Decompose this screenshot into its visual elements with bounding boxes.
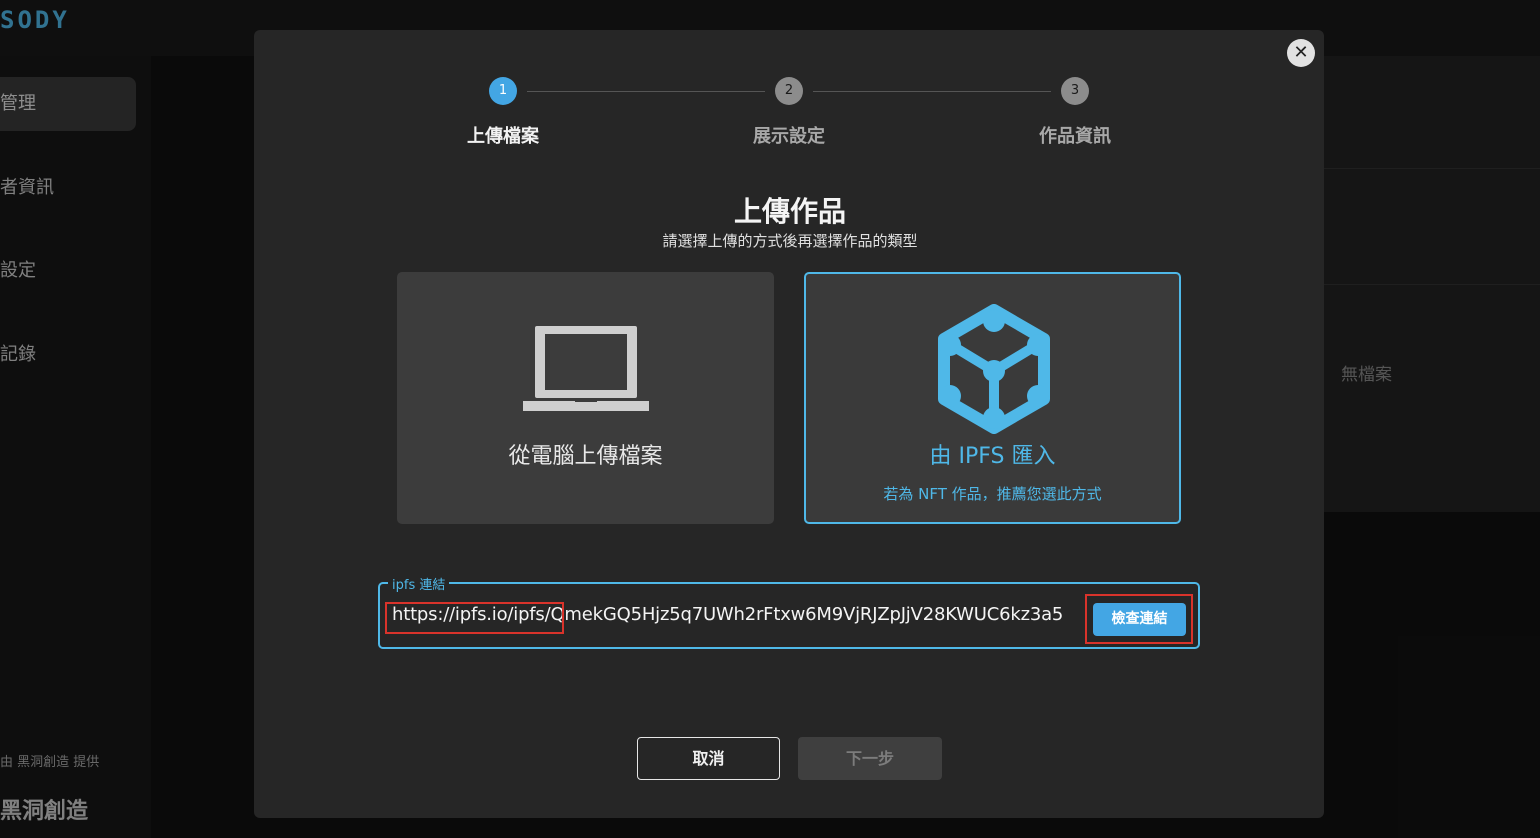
step-2-label: 展示設定 <box>753 126 825 147</box>
check-link-button[interactable]: 檢查連結 <box>1093 603 1186 636</box>
modal-subtitle: 請選擇上傳的方式後再選擇作品的類型 <box>662 232 918 250</box>
step-3-label: 作品資訊 <box>1039 126 1111 147</box>
import-from-ipfs-label: 由 IPFS 匯入 <box>929 444 1056 469</box>
close-icon: ✕ <box>1293 42 1309 63</box>
ipfs-recommendation-note: 若為 NFT 作品，推薦您選此方式 <box>883 485 1102 503</box>
step-1-label: 上傳檔案 <box>467 126 539 147</box>
upload-from-computer-card[interactable]: 從電腦上傳檔案 <box>397 272 774 524</box>
ipfs-link-legend: ipfs 連結 <box>388 574 450 593</box>
laptop-icon <box>523 326 649 411</box>
import-from-ipfs-card[interactable]: 由 IPFS 匯入 若為 NFT 作品，推薦您選此方式 <box>804 272 1181 524</box>
upload-from-computer-label: 從電腦上傳檔案 <box>508 444 663 469</box>
step-connector <box>813 91 1051 92</box>
cancel-button[interactable]: 取消 <box>637 737 780 780</box>
step-3-indicator: 3 <box>1061 77 1089 105</box>
url-prefix-highlight <box>385 602 564 634</box>
modal-title: 上傳作品 <box>733 195 846 228</box>
next-step-button[interactable]: 下一步 <box>798 737 942 780</box>
step-2-indicator: 2 <box>775 77 803 105</box>
step-1-indicator: 1 <box>489 77 517 105</box>
step-connector <box>527 91 765 92</box>
close-button[interactable]: ✕ <box>1287 39 1315 67</box>
ipfs-cube-icon <box>938 304 1050 434</box>
